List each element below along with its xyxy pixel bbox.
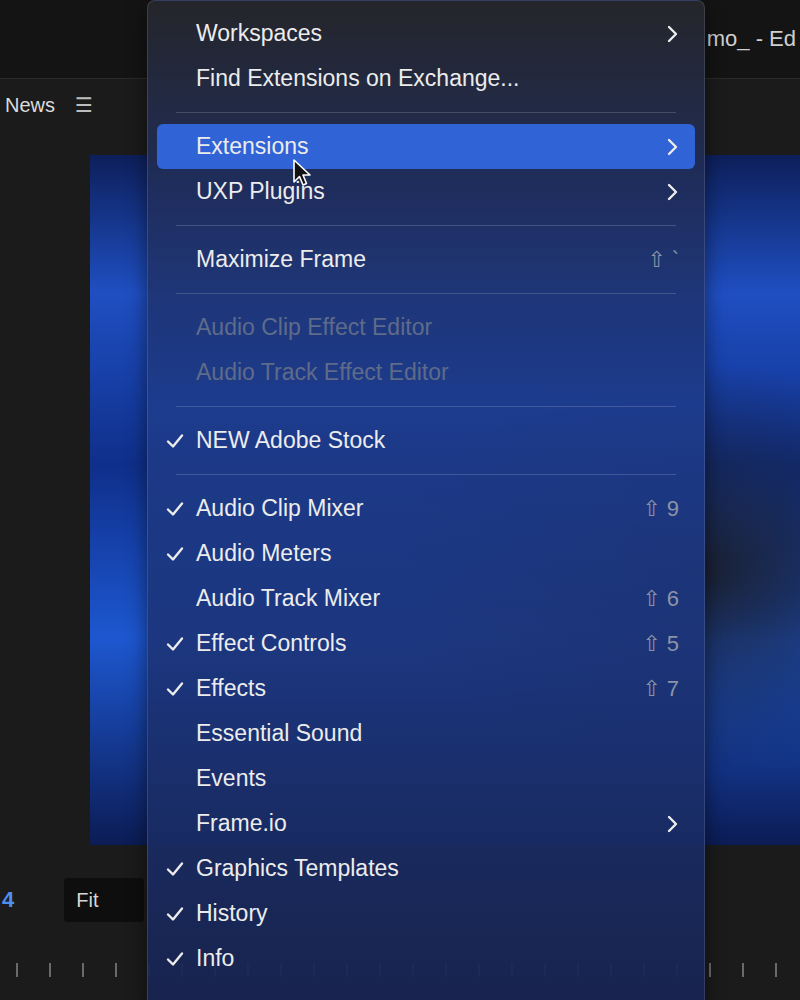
menu-item[interactable]: Graphics Templates [157, 846, 695, 891]
menu-item-label: Find Extensions on Exchange... [196, 65, 679, 92]
menu-item[interactable]: Effect Controls ⇧ 5 [157, 621, 695, 666]
menu-item: Audio Track Effect Editor [157, 350, 695, 395]
menu-separator [176, 112, 676, 113]
menu-item-label: Effect Controls [196, 630, 630, 657]
check-cell [165, 544, 196, 564]
check-cell [165, 431, 196, 451]
menu-item-label: NEW Adobe Stock [196, 427, 679, 454]
chevron-right-icon [665, 24, 679, 44]
menu-item[interactable]: Audio Clip Mixer ⇧ 9 [157, 486, 695, 531]
check-cell [165, 499, 196, 519]
menu-separator [176, 293, 676, 294]
menu-item-label: Audio Track Mixer [196, 585, 630, 612]
menu-item[interactable]: UXP Plugins [157, 169, 695, 214]
menu-item-label: Audio Track Effect Editor [196, 359, 679, 386]
chevron-right-icon [665, 814, 679, 834]
menu-item-label: Events [196, 765, 679, 792]
menu-item[interactable]: Maximize Frame ⇧ ` [157, 237, 695, 282]
menu-item-label: UXP Plugins [196, 178, 665, 205]
check-cell [165, 949, 196, 969]
menu-item-shortcut: ⇧ 5 [642, 631, 679, 657]
menu-item-label: Extensions [196, 133, 665, 160]
menu-item[interactable]: NEW Adobe Stock [157, 418, 695, 463]
menu-item-shortcut: ⇧ 7 [642, 676, 679, 702]
zoom-dropdown[interactable]: Fit [64, 878, 144, 922]
menu-item-shortcut: ⇧ 6 [642, 586, 679, 612]
menu-item-label: Workspaces [196, 20, 665, 47]
menu-item-label: Audio Meters [196, 540, 679, 567]
menu-item[interactable]: Info [157, 936, 695, 981]
menu-item[interactable]: Frame.io [157, 801, 695, 846]
menu-separator [176, 406, 676, 407]
menu-item[interactable]: Find Extensions on Exchange... [157, 56, 695, 101]
menu-item[interactable]: Workspaces [157, 11, 695, 56]
window-title: mo_ - Ed [707, 26, 796, 52]
menu-item-label: History [196, 900, 679, 927]
check-icon [165, 544, 185, 564]
menu-item[interactable]: Audio Track Mixer ⇧ 6 [157, 576, 695, 621]
menu-item: Audio Clip Effect Editor [157, 305, 695, 350]
check-icon [165, 679, 185, 699]
menu-item-label: Maximize Frame [196, 246, 635, 273]
menu-item[interactable]: Events [157, 756, 695, 801]
check-cell [165, 859, 196, 879]
menu-item-shortcut: ⇧ ` [647, 247, 679, 273]
menu-item-label: Audio Clip Mixer [196, 495, 630, 522]
panel-tab[interactable]: News [5, 94, 55, 117]
check-icon [165, 431, 185, 451]
app-window: mo_ - Ed News ☰ 4 Fit Workspaces Find Extensio… [0, 0, 800, 1000]
chevron-right-icon [665, 137, 679, 157]
menu-item-label: Graphics Templates [196, 855, 679, 882]
menu-item[interactable]: Extensions [157, 124, 695, 169]
menu-separator [176, 474, 676, 475]
check-icon [165, 499, 185, 519]
check-icon [165, 634, 185, 654]
menu-item[interactable]: Essential Sound [157, 711, 695, 756]
panel-menu-icon[interactable]: ☰ [75, 93, 93, 117]
menu-item[interactable]: History [157, 891, 695, 936]
menu-item[interactable]: Effects ⇧ 7 [157, 666, 695, 711]
menu-item-label: Essential Sound [196, 720, 679, 747]
check-icon [165, 859, 185, 879]
menu-separator [176, 225, 676, 226]
left-gutter [0, 155, 90, 845]
chevron-right-icon [665, 182, 679, 202]
menu-item[interactable]: Audio Meters [157, 531, 695, 576]
check-cell [165, 679, 196, 699]
check-icon [165, 949, 185, 969]
window-menu: Workspaces Find Extensions on Exchange...… [147, 0, 705, 1000]
menu-item-shortcut: ⇧ 9 [642, 496, 679, 522]
menu-item-label: Info [196, 945, 679, 972]
menu-item-label: Frame.io [196, 810, 665, 837]
check-cell [165, 904, 196, 924]
timecode[interactable]: 4 [2, 887, 14, 913]
menu-item-label: Effects [196, 675, 630, 702]
menu-item-label: Audio Clip Effect Editor [196, 314, 679, 341]
check-icon [165, 904, 185, 924]
check-cell [165, 634, 196, 654]
mouse-cursor-icon [292, 158, 312, 188]
